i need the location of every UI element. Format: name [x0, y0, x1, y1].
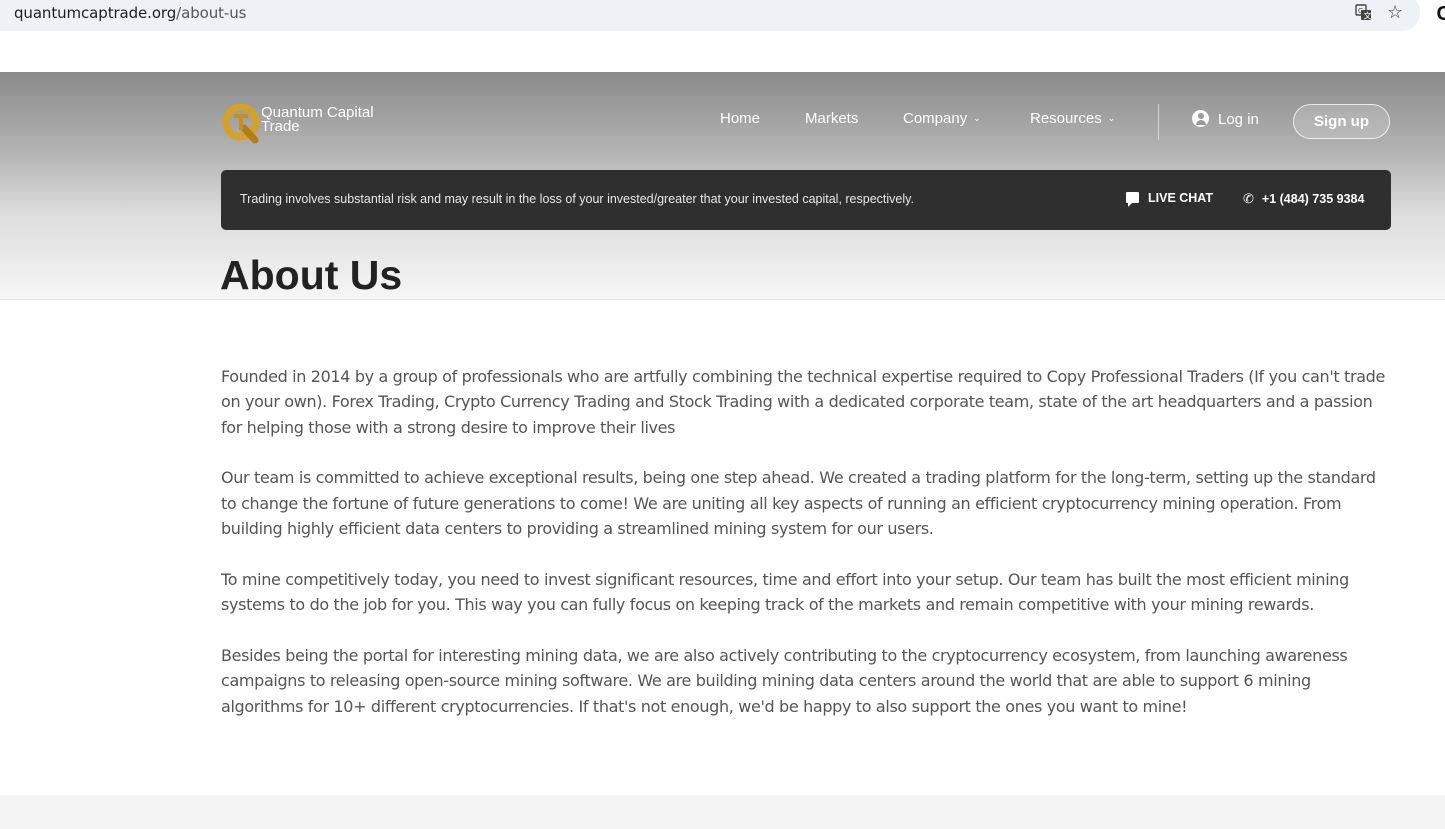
signup-button[interactable]: Sign up	[1293, 104, 1390, 139]
nav-company[interactable]: Company ⌄	[903, 110, 981, 127]
nav-divider	[1158, 104, 1159, 140]
about-paragraph: To mine competitively today, you need to…	[221, 569, 1349, 615]
chevron-down-icon: ⌄	[973, 113, 981, 123]
chevron-down-icon: ⌄	[1107, 113, 1116, 123]
page-title: About Us	[220, 252, 403, 298]
footer-band	[0, 795, 1445, 829]
url-domain: quantumcaptrade.org	[14, 4, 177, 22]
phone-link[interactable]: ✆ +1 (484) 735 9384	[1243, 191, 1364, 207]
login-link[interactable]: Log in	[1192, 110, 1259, 128]
nav-home[interactable]: Home	[720, 110, 760, 127]
about-content: Founded in 2014 by a group of profession…	[221, 364, 1393, 744]
address-bar[interactable]: quantumcaptrade.org/about-us 文G ☆	[0, 0, 1420, 31]
brand-name-line2: Trade	[261, 118, 300, 135]
live-chat-link[interactable]: LIVE CHAT	[1126, 191, 1214, 207]
brand-logo[interactable]: Quantum Capital Trade	[222, 102, 382, 146]
svg-text:文: 文	[1364, 11, 1372, 21]
brand-name: Quantum Capital Trade	[261, 105, 374, 135]
bookmark-star-icon[interactable]: ☆	[1387, 2, 1403, 23]
translate-icon[interactable]: 文G	[1355, 4, 1372, 26]
browser-toolbar: quantumcaptrade.org/about-us 文G ☆ C	[0, 0, 1445, 72]
nav-resources[interactable]: Resources ⌄	[1030, 110, 1115, 127]
nav-markets-label: Markets	[805, 110, 859, 127]
phone-number: +1 (484) 735 9384	[1261, 192, 1365, 206]
live-chat-label: LIVE CHAT	[1148, 191, 1214, 205]
about-paragraph: Founded in 2014 by a group of profession…	[221, 367, 1385, 437]
nav-resources-label: Resources	[1030, 110, 1102, 127]
url-path: /about-us	[176, 4, 247, 22]
about-paragraph: Besides being the portal for interesting…	[221, 645, 1348, 716]
user-icon	[1192, 110, 1209, 127]
nav-home-label: Home	[720, 110, 761, 127]
url-text[interactable]: quantumcaptrade.org/about-us	[14, 4, 246, 22]
nav-markets[interactable]: Markets	[805, 110, 858, 127]
login-label: Log in	[1218, 111, 1259, 128]
chat-bubble-icon	[1126, 192, 1139, 207]
phone-icon: ✆	[1243, 191, 1254, 206]
risk-warning-bar: Trading involves substantial risk and ma…	[221, 170, 1391, 230]
nav-company-label: Company	[903, 110, 968, 127]
about-paragraph: Our team is committed to achieve excepti…	[221, 468, 1376, 539]
header-hero: Quantum Capital Trade Home Markets Compa…	[0, 72, 1445, 300]
svg-text:G: G	[1358, 7, 1363, 15]
risk-warning-text: Trading involves substantial risk and ma…	[240, 192, 914, 206]
logo-mark-icon	[222, 103, 260, 144]
profile-icon[interactable]: C	[1437, 3, 1445, 26]
